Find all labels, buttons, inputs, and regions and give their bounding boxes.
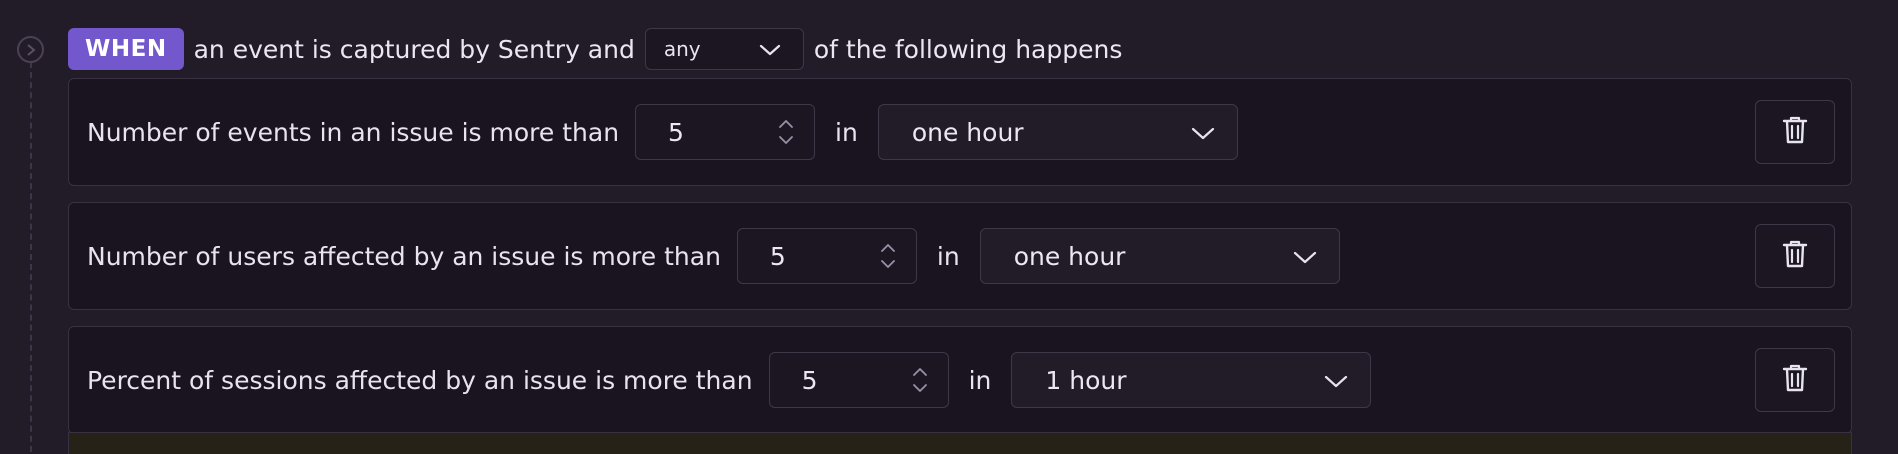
- interval-select[interactable]: one hour: [877, 104, 1238, 160]
- interval-value: one hour: [911, 117, 1024, 147]
- condition-label: Number of users affected by an issue is …: [87, 241, 721, 271]
- threshold-input[interactable]: 5: [736, 228, 917, 284]
- delete-condition-button[interactable]: [1755, 100, 1835, 164]
- chevron-down-icon: [1293, 242, 1317, 271]
- in-label: in: [968, 365, 992, 395]
- interval-value: 1 hour: [1045, 365, 1127, 395]
- interval-value: one hour: [1013, 241, 1126, 271]
- match-type-select[interactable]: any: [644, 28, 804, 70]
- threshold-value: 5: [801, 365, 818, 395]
- trigger-suffix-text: of the following happens: [813, 34, 1123, 64]
- condition-label: Percent of sessions affected by an issue…: [87, 365, 753, 395]
- trigger-prefix-text: an event is captured by Sentry and: [193, 34, 635, 64]
- condition-row: Number of events in an issue is more tha…: [68, 78, 1852, 186]
- threshold-input[interactable]: 5: [768, 352, 949, 408]
- stepper-icon[interactable]: [912, 367, 928, 393]
- condition-content: Number of users affected by an issue is …: [87, 203, 1340, 309]
- delete-condition-button[interactable]: [1755, 348, 1835, 412]
- threshold-value: 5: [668, 117, 684, 147]
- in-label: in: [936, 241, 960, 271]
- chevron-down-icon: [759, 37, 781, 61]
- condition-label: Number of events in an issue is more tha…: [87, 117, 620, 147]
- condition-content: Percent of sessions affected by an issue…: [87, 327, 1372, 433]
- chevron-down-icon: [1324, 366, 1348, 395]
- in-label: in: [835, 117, 858, 147]
- delete-condition-button[interactable]: [1755, 224, 1835, 288]
- condition-content: Number of events in an issue is more tha…: [87, 79, 1238, 185]
- condition-row: Number of users affected by an issue is …: [68, 202, 1852, 310]
- trash-icon: [1782, 363, 1808, 397]
- threshold-input[interactable]: 5: [635, 104, 816, 160]
- trash-icon: [1782, 239, 1808, 273]
- trash-icon: [1782, 115, 1808, 149]
- trigger-header: WHEN an event is captured by Sentry and …: [68, 28, 1122, 70]
- match-type-value: any: [663, 37, 701, 61]
- alert-conditions-panel: WHEN an event is captured by Sentry and …: [0, 0, 1898, 454]
- interval-select[interactable]: 1 hour: [1011, 352, 1372, 408]
- stepper-icon[interactable]: [880, 243, 896, 269]
- interval-select[interactable]: one hour: [979, 228, 1340, 284]
- chevron-down-icon: [1191, 118, 1215, 147]
- condition-details-strip: [68, 432, 1852, 454]
- timeline-line: [30, 62, 32, 454]
- stepper-icon[interactable]: [778, 119, 794, 145]
- condition-row: Percent of sessions affected by an issue…: [68, 326, 1852, 434]
- chevron-right-circle-icon: [17, 36, 44, 63]
- threshold-value: 5: [769, 241, 786, 271]
- when-badge: WHEN: [68, 28, 184, 70]
